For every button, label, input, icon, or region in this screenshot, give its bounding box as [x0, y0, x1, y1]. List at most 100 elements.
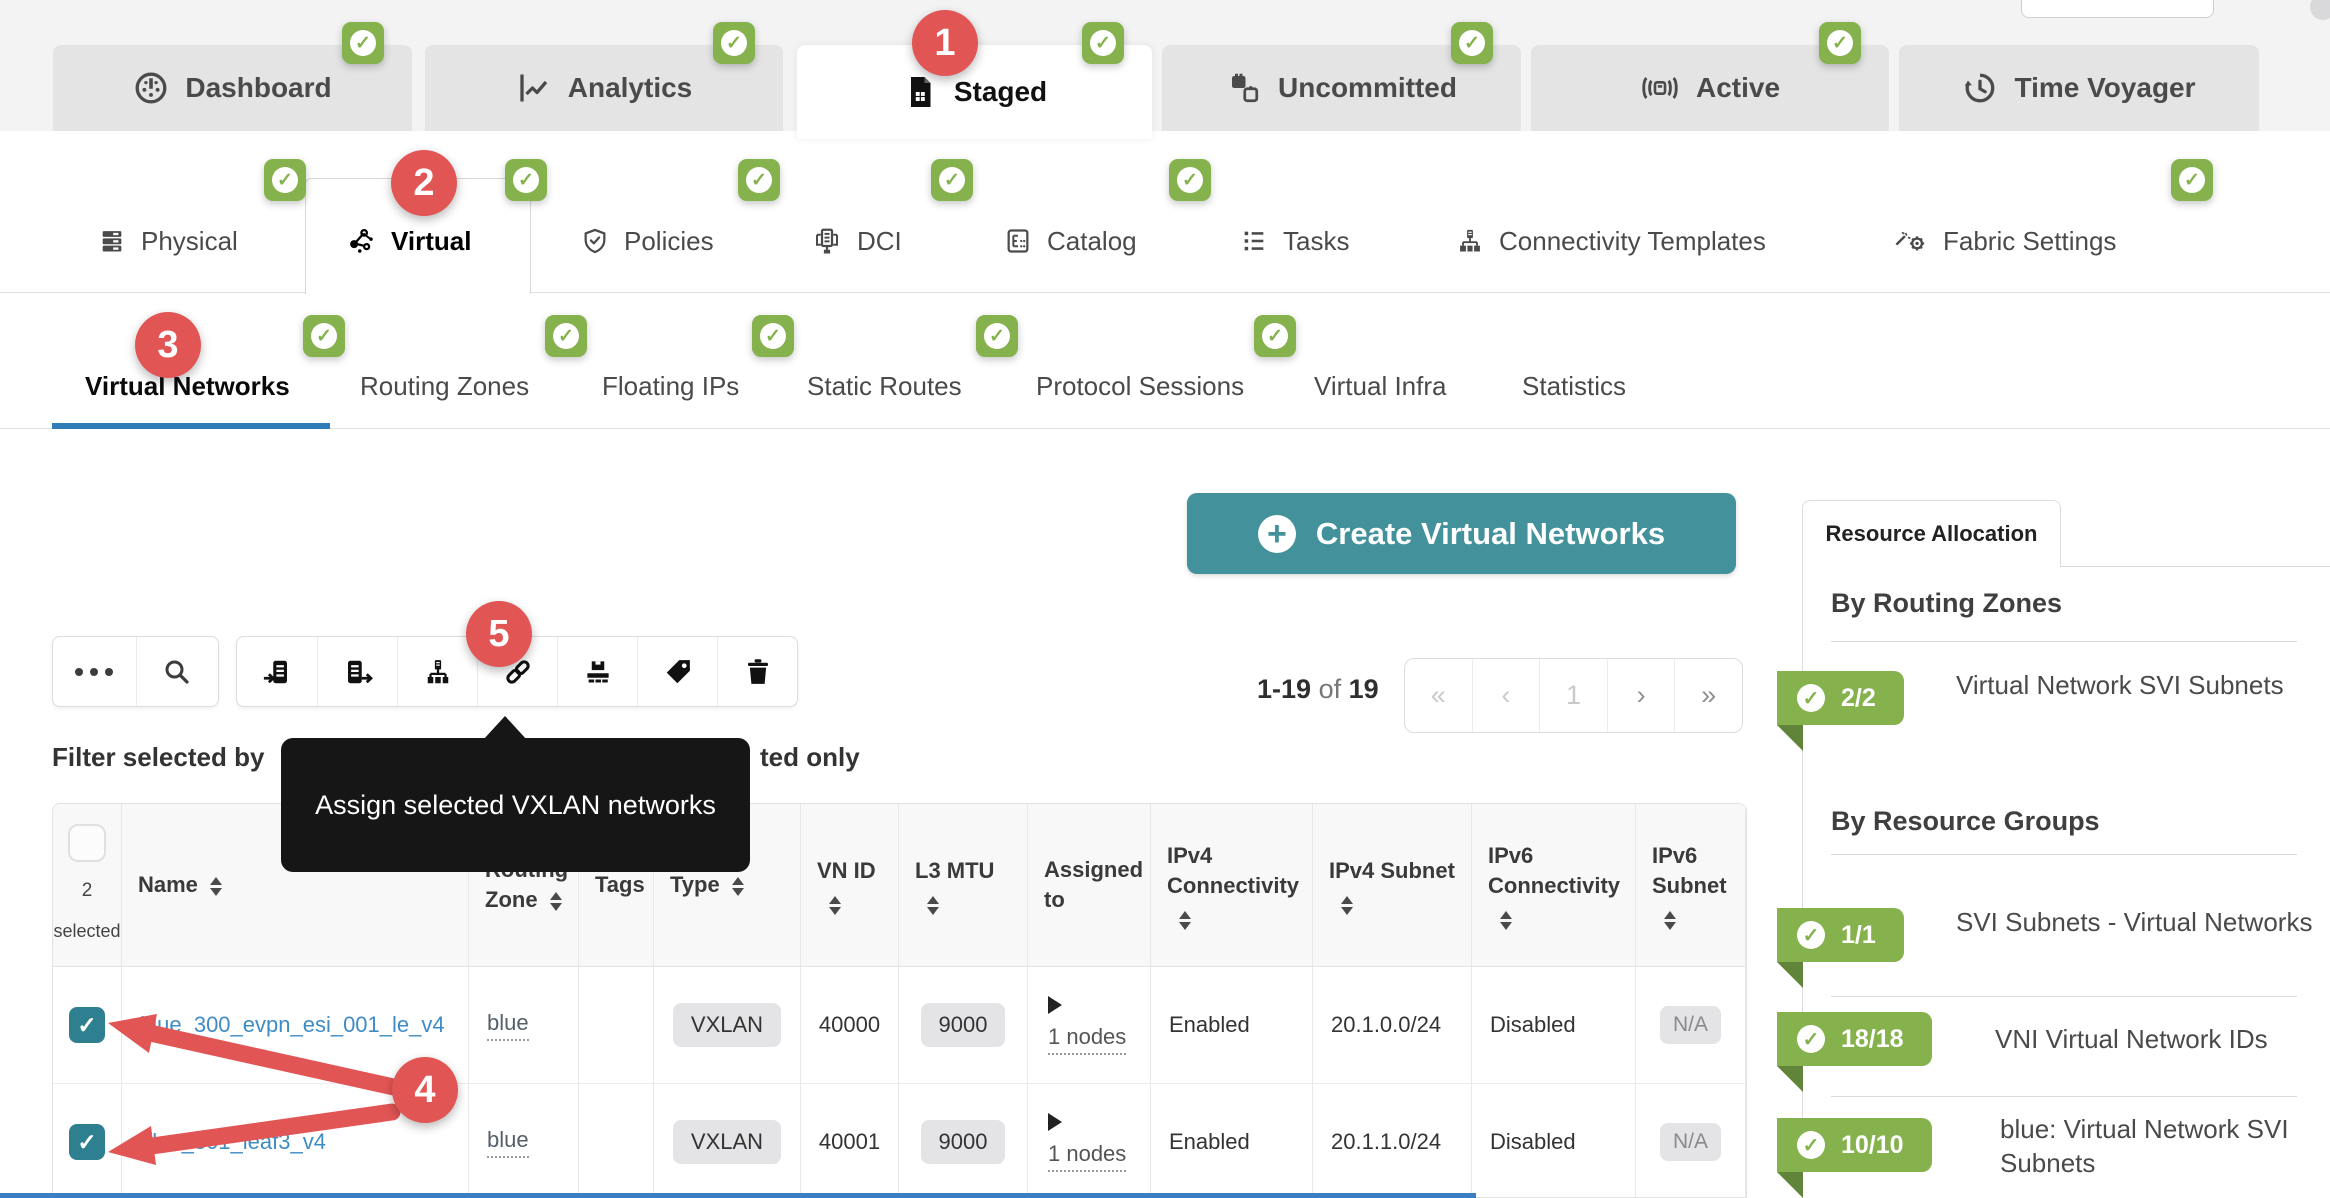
row-checkbox-checked[interactable]: ✓ — [69, 1124, 105, 1160]
column-header-ipv4-subnet[interactable]: IPv4 Subnet — [1313, 804, 1472, 967]
check-icon: ✓ — [272, 167, 298, 193]
create-virtual-networks-button[interactable]: + Create Virtual Networks — [1187, 493, 1736, 574]
tab-label: Dashboard — [185, 72, 331, 104]
column-header-ipv6-connectivity[interactable]: IPv6 Connectivity — [1472, 804, 1636, 967]
tab-uncommitted[interactable]: Uncommitted ✓ — [1162, 45, 1521, 131]
current-page-button[interactable]: 1 — [1539, 659, 1607, 732]
annotation-step-2: 2 — [391, 150, 457, 216]
horizontal-scrollbar[interactable] — [0, 1193, 1476, 1198]
tab-label: Virtual — [391, 226, 471, 257]
assign-vxlan-tooltip: Assign selected VXLAN networks — [281, 738, 750, 872]
tab-catalog[interactable]: Catalog — [1004, 216, 1137, 266]
tab-staged[interactable]: Staged ✓ 1 — [797, 45, 1152, 139]
type-cell: VXLAN — [654, 967, 801, 1084]
ipv4-connectivity-cell: Enabled — [1151, 967, 1313, 1084]
table-row: ✓ blue_301_leaf3_v4 blue VXLAN 40001 900… — [53, 1084, 1746, 1198]
tab-active[interactable]: Active ✓ — [1531, 45, 1889, 131]
virtual-network-link[interactable]: blue_301_leaf3_v4 — [140, 1129, 326, 1155]
resource-allocation-tab[interactable]: Resource Allocation — [1802, 500, 2061, 567]
next-page-button[interactable]: › — [1607, 659, 1675, 732]
tab-fabric-settings[interactable]: Fabric Settings — [1894, 216, 2116, 266]
tag-button[interactable] — [637, 637, 717, 706]
committed-check-badge: ✓ — [738, 159, 780, 201]
rack-assignment-button[interactable] — [557, 637, 637, 706]
check-icon: ✓ — [513, 167, 539, 193]
subtab-statistics[interactable]: Statistics — [1522, 364, 1626, 408]
connectivity-tree-icon — [1456, 227, 1484, 255]
assigned-nodes-link[interactable]: 1 nodes — [1048, 1024, 1126, 1055]
subtab-virtual-infra[interactable]: Virtual Infra — [1314, 364, 1446, 408]
expand-arrow-icon[interactable] — [1048, 1113, 1062, 1131]
committed-check-badge: ✓ — [713, 22, 755, 64]
sort-icon — [927, 896, 939, 915]
routing-zone-link[interactable]: blue — [487, 1010, 529, 1041]
column-header-assigned-to[interactable]: Assigned to — [1028, 804, 1151, 967]
committed-check-badge: ✓ — [1254, 315, 1296, 357]
routing-zone-link[interactable]: blue — [487, 1127, 529, 1158]
committed-check-badge: ✓ — [976, 315, 1018, 357]
assigned-to-cell: 1 nodes — [1028, 1084, 1151, 1198]
import-networks-button[interactable] — [237, 637, 317, 706]
range-text: 1-19 — [1257, 674, 1311, 704]
pagination-range: 1-19 of 19 — [1257, 674, 1379, 705]
prev-page-button[interactable]: ‹ — [1472, 659, 1540, 732]
assign-nodes-button[interactable] — [397, 637, 477, 706]
assigned-nodes-link[interactable]: 1 nodes — [1048, 1141, 1126, 1172]
expand-arrow-icon[interactable] — [1048, 996, 1062, 1014]
staged-document-icon — [902, 74, 938, 110]
tab-physical[interactable]: Physical — [98, 216, 238, 266]
active-subtab-underline — [52, 423, 330, 429]
check-icon: ✓ — [350, 30, 376, 56]
l3-mtu-cell: 9000 — [899, 1084, 1028, 1198]
virtual-network-link[interactable]: blue_300_evpn_esi_001_le_v4 — [140, 1012, 445, 1038]
tab-dashboard[interactable]: Dashboard ✓ — [53, 45, 412, 131]
subtab-protocol-sessions[interactable]: Protocol Sessions — [1036, 364, 1244, 408]
vn-id-cell: 40001 — [801, 1084, 899, 1198]
tab-virtual[interactable]: Virtual — [346, 216, 471, 266]
delete-button[interactable] — [717, 637, 797, 706]
ribbon-fold — [1777, 962, 1803, 988]
ipv4-subnet-cell: 20.1.1.0/24 — [1313, 1084, 1472, 1198]
resource-count: 10/10 — [1841, 1131, 1904, 1160]
check-icon: ✓ — [1797, 921, 1825, 949]
resource-label: SVI Subnets - Virtual Networks — [1956, 905, 2326, 939]
tab-dci[interactable]: DCI — [812, 216, 902, 266]
committed-check-badge: ✓ — [505, 159, 547, 201]
resource-status-ribbon: ✓ 1/1 — [1777, 908, 1904, 962]
subtab-routing-zones[interactable]: Routing Zones — [360, 364, 529, 408]
search-button[interactable] — [136, 637, 219, 706]
resource-status-ribbon: ✓ 2/2 — [1777, 671, 1904, 725]
tab-tasks[interactable]: Tasks — [1240, 216, 1349, 266]
annotation-step-4: 4 — [392, 1057, 458, 1123]
subtab-floating-ips[interactable]: Floating IPs — [602, 364, 739, 408]
first-page-button[interactable]: « — [1405, 659, 1472, 732]
column-header-l3-mtu[interactable]: L3 MTU — [899, 804, 1028, 967]
column-header-ipv6-subnet[interactable]: IPv6 Subnet — [1636, 804, 1746, 967]
tab-time-voyager[interactable]: Time Voyager — [1899, 45, 2259, 131]
na-chip: N/A — [1660, 1006, 1721, 1044]
export-networks-button[interactable] — [317, 637, 397, 706]
check-icon: ✓ — [2179, 167, 2205, 193]
column-header-ipv4-connectivity[interactable]: IPv4 Connectivity — [1151, 804, 1313, 967]
check-icon: ✓ — [1177, 167, 1203, 193]
tab-connectivity-templates[interactable]: Connectivity Templates — [1456, 216, 1766, 266]
tab-analytics[interactable]: Analytics ✓ — [425, 45, 783, 131]
vn-id-cell: 40000 — [801, 967, 899, 1084]
mtu-chip: 9000 — [921, 1003, 1006, 1047]
tab-label: Physical — [141, 226, 238, 257]
subtab-static-routes[interactable]: Static Routes — [807, 364, 962, 408]
last-page-button[interactable]: » — [1674, 659, 1742, 732]
resource-count: 2/2 — [1841, 684, 1876, 713]
select-all-checkbox[interactable] — [68, 824, 106, 862]
ribbon-fold — [1777, 725, 1803, 751]
subtab-divider — [0, 428, 2330, 429]
server-stack-icon — [98, 227, 126, 255]
more-actions-button[interactable] — [53, 637, 136, 706]
selected-word: selected — [53, 916, 120, 946]
time-voyager-icon — [1962, 70, 1998, 106]
row-checkbox-checked[interactable]: ✓ — [69, 1007, 105, 1043]
panel-top-border — [2061, 566, 2330, 567]
column-header-vn-id[interactable]: VN ID — [801, 804, 899, 967]
tab-policies[interactable]: Policies — [581, 216, 714, 266]
tab-label: Policies — [624, 226, 714, 257]
